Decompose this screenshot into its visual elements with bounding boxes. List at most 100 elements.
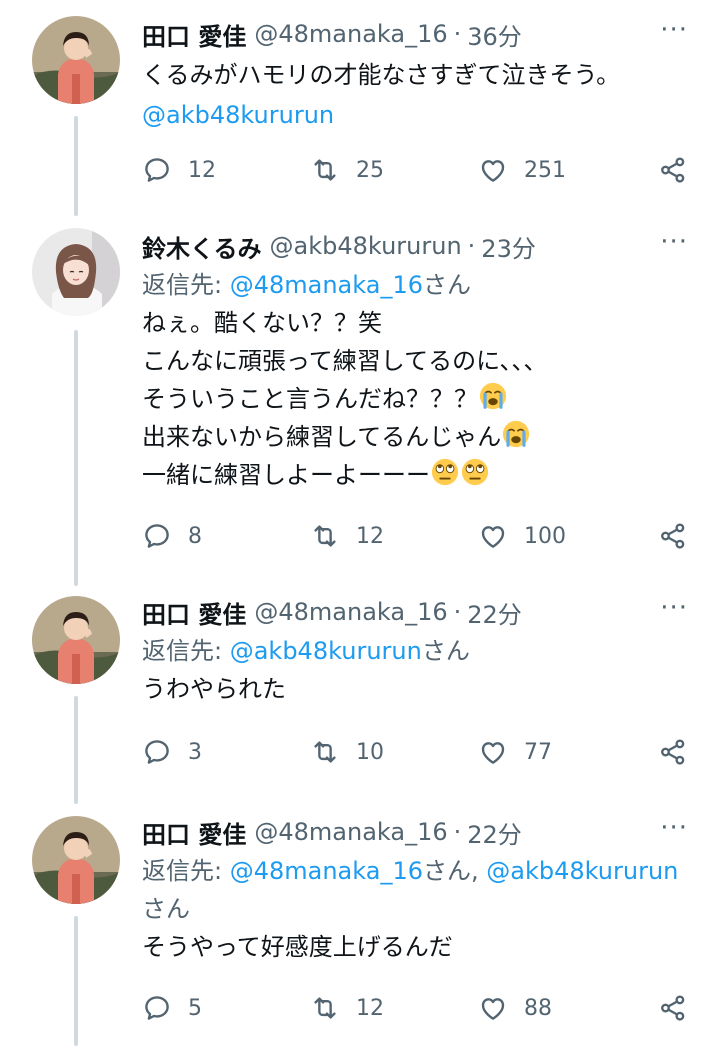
share-icon	[658, 155, 688, 185]
like-button[interactable]: 77	[478, 732, 552, 772]
tweet-header: 鈴木くるみ @akb48kururun · 23分	[142, 226, 696, 266]
tweet-1[interactable]: 田口 愛佳 @48manaka_16 · 36分 ··· くるみがハモリの才能な…	[0, 0, 720, 220]
avatar[interactable]	[32, 596, 120, 684]
retweet-icon	[310, 737, 340, 767]
reply-count: 12	[188, 157, 216, 183]
avatar[interactable]	[32, 816, 120, 904]
timestamp[interactable]: 36分	[467, 17, 522, 52]
mention-link[interactable]: @akb48kururun	[230, 637, 422, 665]
like-button[interactable]: 88	[478, 988, 552, 1028]
reply-button[interactable]: 3	[142, 732, 202, 772]
separator: ·	[453, 818, 462, 846]
reply-context: 返信先: @48manaka_16さん, @akb48kururun	[142, 857, 679, 885]
tweet-text: うわやられた	[142, 675, 286, 703]
crying-emoji	[501, 419, 531, 449]
like-count: 88	[524, 995, 552, 1021]
display-name[interactable]: 田口 愛佳	[142, 595, 246, 630]
share-button[interactable]	[658, 732, 688, 772]
display-name[interactable]: 田口 愛佳	[142, 815, 246, 850]
share-icon	[658, 521, 688, 551]
tweet-text-line: ねぇ。酷くない？？笑	[142, 309, 382, 337]
tweet-4[interactable]: 田口 愛佳 @48manaka_16 · 22分 ··· 返信先: @48man…	[0, 810, 720, 1046]
eye-roll-emoji	[430, 457, 460, 487]
reply-icon	[142, 521, 172, 551]
tweet-text-line: こんなに頑張って練習してるのに、、、	[142, 347, 548, 375]
tweet-header: 田口 愛佳 @48manaka_16 · 22分	[142, 592, 696, 632]
tweet-text: くるみがハモリの才能なさすぎて泣きそう。	[142, 61, 621, 89]
mention-link[interactable]: @48manaka_16	[230, 271, 423, 299]
tweet-2[interactable]: 鈴木くるみ @akb48kururun · 23分 ··· 返信先: @48ma…	[0, 220, 720, 590]
share-button[interactable]	[658, 516, 688, 556]
like-icon	[478, 521, 508, 551]
retweet-count: 25	[356, 157, 384, 183]
eye-roll-emoji	[460, 457, 490, 487]
reply-icon	[142, 993, 172, 1023]
retweet-icon	[310, 521, 340, 551]
more-icon[interactable]: ···	[660, 229, 688, 255]
share-button[interactable]	[658, 988, 688, 1028]
retweet-icon	[310, 155, 340, 185]
reply-context-suffix: さん	[142, 895, 190, 923]
reply-context: 返信先: @akb48kururunさん	[142, 637, 470, 665]
tweet-actions: 3 10 77	[142, 732, 702, 772]
mention-link[interactable]: @akb48kururun	[486, 857, 678, 885]
display-name[interactable]: 鈴木くるみ	[142, 229, 262, 264]
tweet-text: そうやって好感度上げるんだ	[142, 933, 453, 961]
mention-link[interactable]: @48manaka_16	[230, 857, 423, 885]
retweet-button[interactable]: 10	[310, 732, 384, 772]
retweet-count: 12	[356, 523, 384, 549]
separator: ·	[467, 232, 476, 260]
crying-emoji	[478, 381, 508, 411]
like-count: 251	[524, 157, 566, 183]
tweet-text-line: そういうこと言うんだね？？？	[142, 380, 696, 418]
like-count: 77	[524, 739, 552, 765]
tweet-actions: 5 12 88	[142, 988, 702, 1028]
reply-count: 8	[188, 523, 202, 549]
tweet-text-line: 一緒に練習しよーよーーー	[142, 456, 696, 494]
like-button[interactable]: 251	[478, 150, 566, 190]
user-handle[interactable]: @akb48kururun	[270, 232, 462, 260]
mention-link[interactable]: @akb48kururun	[142, 96, 696, 134]
avatar[interactable]	[32, 228, 120, 316]
reply-count: 3	[188, 739, 202, 765]
reply-count: 5	[188, 995, 202, 1021]
tweet-actions: 8 12 100	[142, 516, 702, 556]
tweet-actions: 12 25 251	[142, 150, 702, 190]
user-handle[interactable]: @48manaka_16	[254, 20, 447, 48]
retweet-icon	[310, 993, 340, 1023]
share-icon	[658, 993, 688, 1023]
reply-button[interactable]: 12	[142, 150, 216, 190]
share-button[interactable]	[658, 150, 688, 190]
like-button[interactable]: 100	[478, 516, 566, 556]
display-name[interactable]: 田口 愛佳	[142, 17, 246, 52]
user-handle[interactable]: @48manaka_16	[254, 818, 447, 846]
retweet-button[interactable]: 12	[310, 516, 384, 556]
separator: ·	[453, 598, 462, 626]
avatar[interactable]	[32, 16, 120, 104]
tweet-header: 田口 愛佳 @48manaka_16 · 22分	[142, 812, 696, 852]
separator: ·	[453, 20, 462, 48]
more-icon[interactable]: ···	[660, 595, 688, 621]
timestamp[interactable]: 23分	[481, 229, 536, 264]
timestamp[interactable]: 22分	[467, 815, 522, 850]
like-count: 100	[524, 523, 566, 549]
timestamp[interactable]: 22分	[467, 595, 522, 630]
like-icon	[478, 737, 508, 767]
retweet-button[interactable]: 25	[310, 150, 384, 190]
reply-icon	[142, 155, 172, 185]
tweet-header: 田口 愛佳 @48manaka_16 · 36分	[142, 14, 696, 54]
user-handle[interactable]: @48manaka_16	[254, 598, 447, 626]
reply-button[interactable]: 8	[142, 516, 202, 556]
share-icon	[658, 737, 688, 767]
retweet-button[interactable]: 12	[310, 988, 384, 1028]
reply-button[interactable]: 5	[142, 988, 202, 1028]
like-icon	[478, 155, 508, 185]
more-icon[interactable]: ···	[660, 815, 688, 841]
more-icon[interactable]: ···	[660, 17, 688, 43]
tweet-3[interactable]: 田口 愛佳 @48manaka_16 · 22分 ··· 返信先: @akb48…	[0, 590, 720, 810]
reply-icon	[142, 737, 172, 767]
like-icon	[478, 993, 508, 1023]
tweet-text-line: 出来ないから練習してるんじゃん	[142, 418, 696, 456]
retweet-count: 12	[356, 995, 384, 1021]
reply-context: 返信先: @48manaka_16さん	[142, 271, 471, 299]
